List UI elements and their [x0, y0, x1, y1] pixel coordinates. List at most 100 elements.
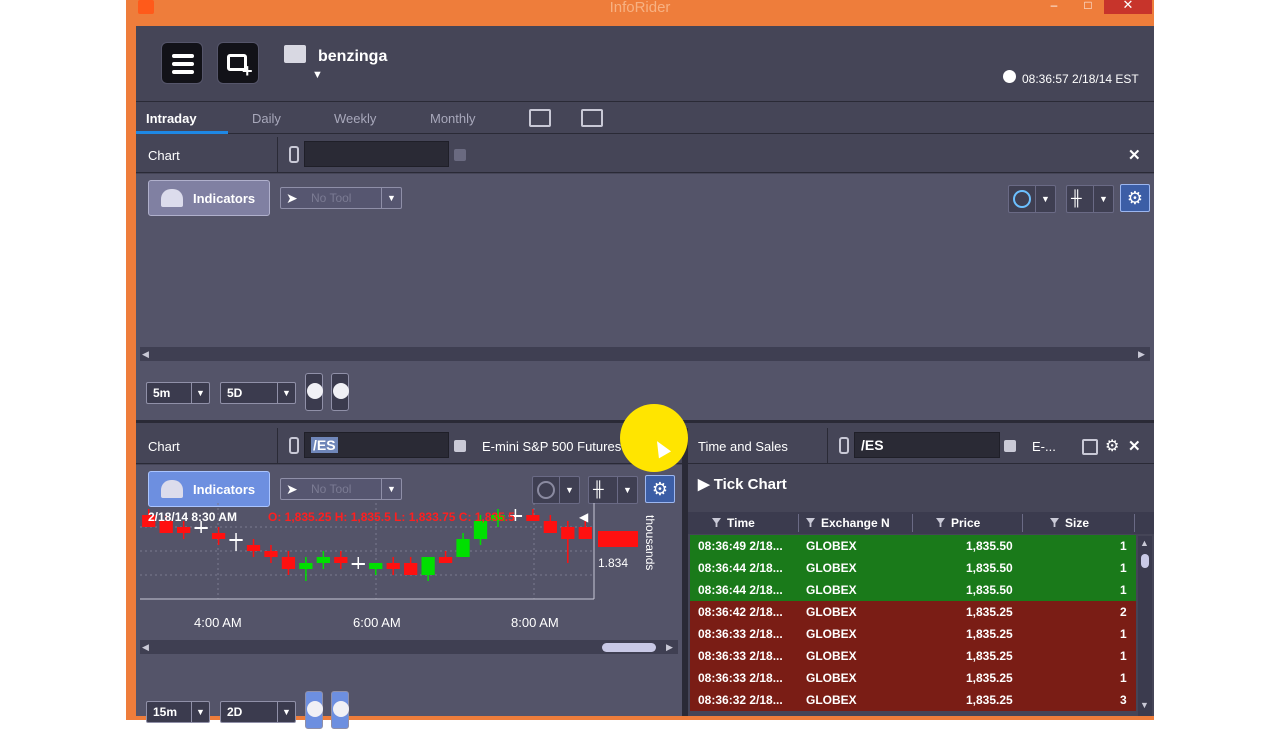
user-badge-icon[interactable] — [284, 45, 306, 63]
lock-icon[interactable] — [1004, 440, 1016, 452]
table-row[interactable]: 08:36:42 2/18... GLOBEX 1,835.25 2 — [690, 601, 1136, 623]
chart1-crosshair-select[interactable]: ▼ — [1008, 185, 1056, 213]
tab-intraday[interactable]: Intraday — [146, 111, 197, 126]
chart2-indicators-button[interactable]: Indicators — [148, 471, 270, 507]
column-header-price[interactable]: Price — [936, 516, 980, 530]
tns-close-button[interactable]: ✕ — [1128, 437, 1141, 455]
chevron-down-icon: ▼ — [559, 477, 579, 503]
layout-grid-icon[interactable] — [529, 109, 551, 127]
gear-icon[interactable]: ⚙ — [1105, 436, 1119, 456]
symbol-list-icon[interactable] — [289, 146, 299, 163]
filter-icon[interactable] — [936, 518, 945, 527]
maximize-button[interactable]: □ — [1076, 0, 1100, 12]
indicators-label: Indicators — [193, 191, 256, 206]
main-menu-button[interactable] — [161, 42, 203, 84]
scroll-left-icon[interactable]: ◀ — [142, 640, 149, 654]
candle-body — [526, 515, 540, 521]
table-row[interactable]: 08:36:33 2/18... GLOBEX 1,835.25 1 — [690, 623, 1136, 645]
divider — [827, 428, 828, 464]
scrollbar-thumb[interactable] — [602, 643, 656, 652]
candle-body — [351, 563, 365, 565]
chart2-horizontal-scrollbar[interactable]: ◀ ▶ — [140, 640, 678, 654]
scroll-left-icon[interactable]: ◀ — [142, 347, 149, 361]
chart2-tool-select[interactable]: ➤ No Tool ▼ — [280, 478, 402, 500]
cell-price: 1,835.50 — [966, 583, 1013, 597]
candle-body — [316, 557, 330, 563]
table-row[interactable]: 08:36:44 2/18... GLOBEX 1,835.50 1 — [690, 579, 1136, 601]
scroll-right-icon[interactable]: ▶ — [666, 640, 673, 654]
chart2-zoom-out-button[interactable] — [331, 691, 349, 729]
zoom-in-icon — [307, 701, 323, 717]
user-menu-caret-icon[interactable]: ▼ — [312, 69, 323, 81]
chevron-down-icon: ▼ — [381, 188, 401, 208]
column-divider[interactable] — [1134, 514, 1135, 532]
minimize-button[interactable]: – — [1042, 0, 1066, 12]
column-divider[interactable] — [798, 514, 799, 532]
filter-icon[interactable] — [806, 518, 815, 527]
divider — [277, 428, 278, 464]
pointer-icon: ➤ — [286, 190, 298, 206]
tab-daily[interactable]: Daily — [252, 111, 281, 126]
chart1-indicators-button[interactable]: Indicators — [148, 180, 270, 216]
table-row[interactable]: 08:36:33 2/18... GLOBEX 1,835.25 1 — [690, 645, 1136, 667]
new-window-button[interactable]: + — [217, 42, 259, 84]
tab-monthly[interactable]: Monthly — [430, 111, 476, 126]
chart1-settings-button[interactable]: ⚙ — [1120, 184, 1150, 212]
chart2-crosshair-select[interactable]: ▼ — [532, 476, 580, 504]
collapse-left-icon[interactable]: ◀ — [579, 510, 588, 524]
scroll-down-icon[interactable]: ▼ — [1140, 700, 1149, 710]
indicators-icon — [161, 189, 183, 207]
tns-vertical-scrollbar[interactable]: ▲ ▼ — [1138, 536, 1152, 716]
tns-symbol-input[interactable]: /ES — [854, 432, 1000, 458]
desktop-background-left — [0, 0, 126, 720]
column-divider[interactable] — [912, 514, 913, 532]
chart1-symbol-input[interactable] — [304, 141, 449, 167]
export-icon[interactable] — [1082, 439, 1098, 455]
user-name[interactable]: benzinga — [318, 48, 387, 66]
chart2-zoom-in-button[interactable] — [305, 691, 323, 729]
zoom-out-icon — [333, 383, 349, 399]
tab-weekly[interactable]: Weekly — [334, 111, 376, 126]
column-header-exchange[interactable]: Exchange N — [806, 516, 890, 530]
chart1-zoom-out-button[interactable] — [331, 373, 349, 411]
cell-price: 1,835.25 — [966, 649, 1013, 663]
cell-size: 2 — [1120, 605, 1127, 619]
candle-body — [438, 557, 453, 563]
scrollbar-thumb[interactable] — [1141, 554, 1149, 568]
column-divider[interactable] — [1022, 514, 1023, 532]
clock-time: 08:36:57 2/18/14 EST — [1022, 72, 1139, 86]
filter-icon[interactable] — [712, 518, 721, 527]
chart2-symbol-input[interactable]: /ES — [304, 432, 449, 458]
chart1-horizontal-scrollbar[interactable]: ◀ ▶ — [140, 347, 1150, 361]
chart1-close-button[interactable]: ✕ — [1128, 146, 1141, 164]
chart1-zoom-in-button[interactable] — [305, 373, 323, 411]
symbol-list-icon[interactable] — [289, 437, 299, 454]
scroll-right-icon[interactable]: ▶ — [1138, 347, 1145, 361]
column-header-size[interactable]: Size — [1050, 516, 1089, 530]
close-window-button[interactable]: ✕ — [1104, 0, 1152, 14]
interval-value: 15m — [153, 705, 178, 719]
chart1-interval-select[interactable]: 5m ▼ — [146, 382, 210, 404]
chart1-tool-select[interactable]: ➤ No Tool ▼ — [280, 187, 402, 209]
scroll-up-icon[interactable]: ▲ — [1140, 538, 1149, 548]
chart2-settings-button[interactable]: ⚙ — [645, 475, 675, 503]
table-row[interactable]: 08:36:49 2/18... GLOBEX 1,835.50 1 — [690, 535, 1136, 557]
lock-icon[interactable] — [454, 440, 466, 452]
chart2-title: Chart — [148, 439, 180, 454]
filter-icon[interactable] — [1050, 518, 1059, 527]
lock-icon[interactable] — [454, 149, 466, 161]
layout-stack-icon[interactable] — [581, 109, 603, 127]
column-header-time[interactable]: Time — [712, 516, 755, 530]
symbol-list-icon[interactable] — [839, 437, 849, 454]
cell-exchange: GLOBEX — [806, 671, 857, 685]
table-row[interactable]: 08:36:33 2/18... GLOBEX 1,835.25 1 — [690, 667, 1136, 689]
table-row[interactable]: 08:36:44 2/18... GLOBEX 1,835.50 1 — [690, 557, 1136, 579]
chevron-down-icon: ▼ — [277, 702, 295, 722]
chart2-chart-type-select[interactable]: ╫ ▼ — [588, 476, 638, 504]
table-row[interactable]: 08:36:32 2/18... GLOBEX 1,835.25 3 — [690, 689, 1136, 711]
chart1-range-select[interactable]: 5D ▼ — [220, 382, 296, 404]
chart1-chart-type-select[interactable]: ╫ ▼ — [1066, 185, 1114, 213]
tns-symbol-value: /ES — [861, 437, 884, 453]
tick-chart-toggle[interactable]: ▶ Tick Chart — [698, 475, 787, 511]
window-titlebar[interactable]: InfoRider – □ ✕ — [126, 0, 1154, 26]
